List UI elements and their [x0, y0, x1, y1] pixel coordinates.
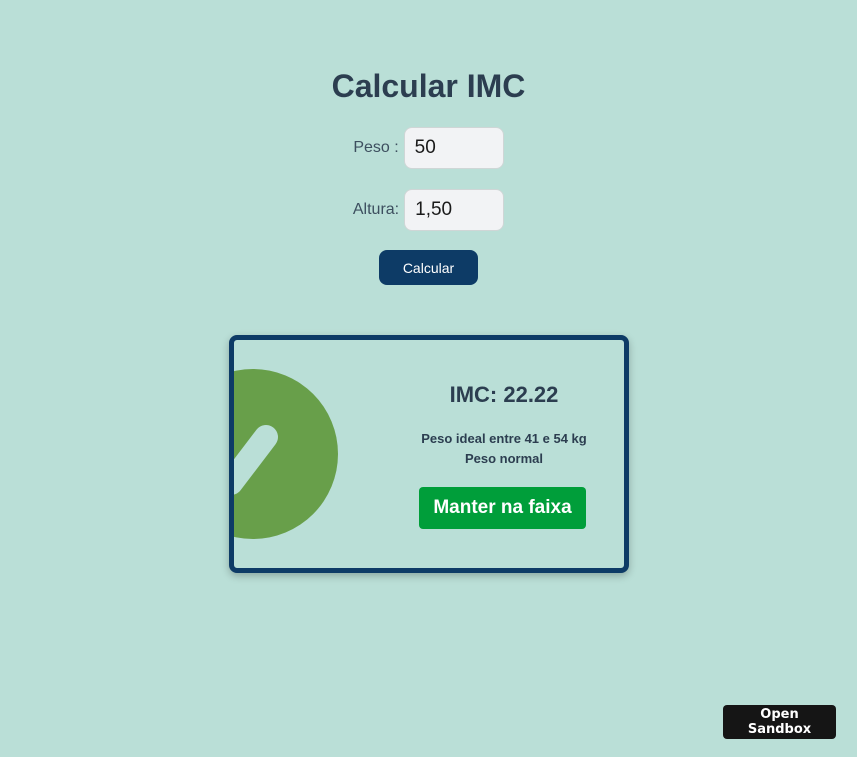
advice-badge: Manter na faixa [419, 487, 586, 529]
altura-row: Altura: [0, 188, 857, 232]
altura-input[interactable] [404, 189, 505, 231]
imc-value: IMC: 22.22 [449, 382, 559, 407]
result-info: IMC: 22.22 Peso ideal entre 41 e 54 kg P… [409, 340, 599, 568]
ideal-weight-text: Peso ideal entre 41 e 54 kg [421, 431, 587, 446]
altura-label: Altura: [352, 201, 400, 218]
peso-row: Peso : [0, 126, 857, 170]
result-card: IMC: 22.22 Peso ideal entre 41 e 54 kg P… [229, 335, 629, 573]
weight-status-text: Peso normal [464, 451, 544, 466]
check-circle-icon [234, 369, 338, 539]
page-title: Calcular IMC [331, 68, 526, 104]
open-sandbox-button[interactable]: Open Sandbox [723, 705, 836, 739]
peso-label: Peso : [353, 139, 399, 156]
calcular-button[interactable]: Calcular [379, 250, 478, 285]
peso-input[interactable] [403, 127, 504, 169]
